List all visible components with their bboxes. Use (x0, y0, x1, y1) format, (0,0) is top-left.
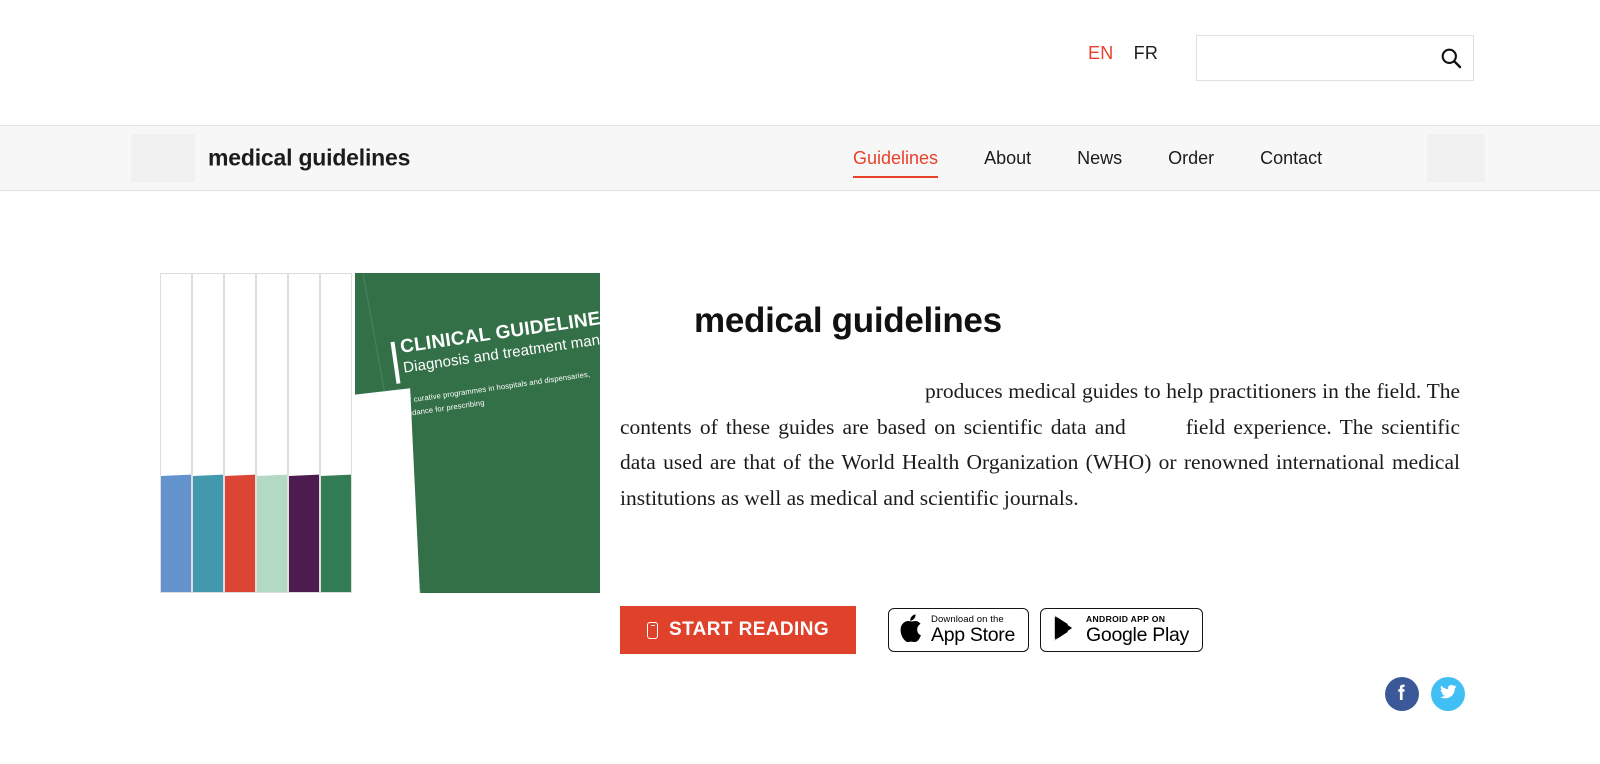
spine-band-5 (289, 481, 319, 592)
spine-band-4 (257, 481, 287, 592)
book-spine (192, 273, 224, 593)
book-cover: CLINICAL GUIDELINES Diagnosis and treatm… (355, 273, 600, 593)
start-reading-button[interactable]: START READING (620, 606, 857, 654)
app-store-small-label: Download on the (931, 613, 1004, 625)
app-store-text: Download on the App Store (931, 613, 1016, 646)
search-input[interactable] (1197, 36, 1428, 80)
cover-rule (390, 341, 401, 384)
hero-copy: medical guidelines produces medical guid… (620, 191, 1480, 517)
device-icon (647, 621, 658, 639)
logo-placeholder[interactable] (131, 134, 195, 182)
nav-items: Guidelines About News Order Contact (853, 126, 1345, 191)
spine-band-1 (161, 481, 191, 592)
top-bar: EN FR (0, 0, 1600, 126)
language-option-fr[interactable]: FR (1134, 44, 1159, 62)
book-spine (256, 273, 288, 593)
google-play-text: ANDROID APP ON Google Play (1086, 615, 1189, 645)
search-icon (1440, 47, 1462, 69)
nav-item-label: Contact (1260, 148, 1323, 168)
nav-item-news[interactable]: News (1054, 126, 1145, 191)
store-badges: Download on the App Store ANDROID APP ON… (888, 608, 1203, 652)
facebook-link[interactable] (1385, 677, 1419, 711)
nav-item-label: Order (1168, 148, 1215, 168)
nav-item-label: About (984, 148, 1032, 168)
hero-section: CLINICAL GUIDELINES Diagnosis and treatm… (0, 191, 1600, 764)
spine-band-6 (321, 481, 351, 592)
language-option-en[interactable]: EN (1088, 44, 1114, 62)
google-play-small-label: ANDROID APP ON (1086, 613, 1166, 624)
spine-band-3 (225, 481, 255, 592)
brand-title[interactable]: medical guidelines (208, 145, 410, 172)
spine-band-2 (193, 481, 223, 592)
twitter-link[interactable] (1431, 677, 1465, 711)
app-store-big-label: App Store (931, 624, 1016, 646)
apple-icon (900, 613, 923, 647)
nav-item-guidelines[interactable]: Guidelines (853, 126, 961, 191)
hero-actions: START READING Download on the App Store (620, 606, 1203, 654)
search-box (1196, 35, 1474, 81)
page-root: EN FR medical guidelines Guidelines Abou… (0, 0, 1600, 764)
social-links (1385, 677, 1465, 711)
google-play-badge[interactable]: ANDROID APP ON Google Play (1040, 608, 1203, 652)
start-reading-label: START READING (669, 619, 830, 640)
nav-item-contact[interactable]: Contact (1237, 126, 1345, 191)
book-artwork: CLINICAL GUIDELINES Diagnosis and treatm… (160, 273, 600, 593)
google-play-icon (1052, 613, 1078, 647)
nav-item-label: News (1077, 148, 1123, 168)
nav-right-placeholder[interactable] (1427, 134, 1485, 182)
book-spine (160, 273, 192, 593)
book-spine (224, 273, 256, 593)
nav-item-label: Guidelines (853, 148, 939, 168)
book-spines (160, 273, 360, 593)
google-play-big-label: Google Play (1086, 623, 1189, 646)
cover-note-rule (390, 396, 398, 427)
nav-item-order[interactable]: Order (1145, 126, 1237, 191)
facebook-icon (1393, 683, 1411, 706)
twitter-icon (1438, 683, 1458, 706)
book-spine (320, 273, 352, 593)
book-spine (288, 273, 320, 593)
nav-item-about[interactable]: About (961, 126, 1054, 191)
hero-paragraph: produces medical guides to help practiti… (620, 374, 1460, 517)
search-button[interactable] (1428, 36, 1473, 80)
page-title: medical guidelines (694, 301, 1002, 340)
main-navigation-bar: medical guidelines Guidelines About News… (0, 126, 1600, 191)
app-store-badge[interactable]: Download on the App Store (888, 608, 1030, 652)
cover-title-block: CLINICAL GUIDELINES Diagnosis and treatm… (390, 306, 600, 384)
language-switcher: EN FR (1088, 44, 1158, 62)
